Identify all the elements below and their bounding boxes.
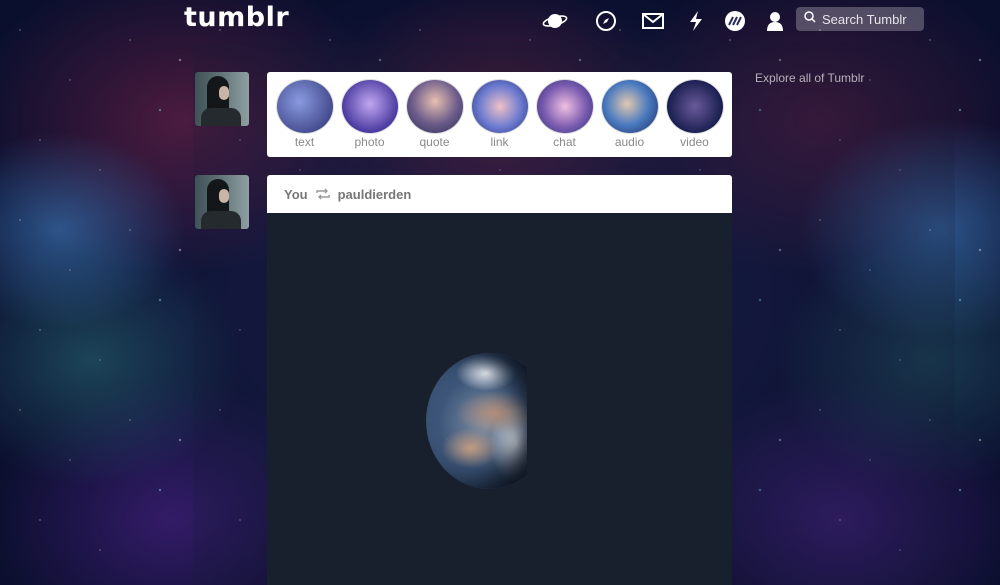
search-input[interactable] <box>822 11 922 27</box>
planet-icon[interactable] <box>542 8 568 34</box>
search-icon <box>804 10 816 28</box>
post-type-photo[interactable]: photo <box>341 80 398 157</box>
link-icon <box>471 80 528 133</box>
avatar[interactable] <box>195 175 249 229</box>
explore-link[interactable]: Explore all of Tumblr <box>755 71 864 85</box>
post-type-video[interactable]: video <box>666 80 723 157</box>
quote-icon <box>406 80 463 133</box>
lightning-icon[interactable] <box>683 8 709 34</box>
post-image[interactable] <box>267 213 732 585</box>
post-header: You pauldierden <box>267 175 732 213</box>
post-author[interactable]: You <box>284 187 308 202</box>
post-type-text[interactable]: text <box>276 80 333 157</box>
post-type-audio[interactable]: audio <box>601 80 658 157</box>
reblog-icon <box>315 188 330 200</box>
tumblr-logo[interactable]: tumblr <box>184 2 289 33</box>
search-box[interactable] <box>796 7 924 31</box>
chat-icon <box>536 80 593 133</box>
post-type-quote[interactable]: quote <box>406 80 463 157</box>
photo-icon <box>341 80 398 133</box>
account-icon[interactable] <box>762 8 788 34</box>
community-icon[interactable] <box>722 8 748 34</box>
compass-icon[interactable] <box>593 8 619 34</box>
post-type-selector: text photo quote link chat audio video <box>267 72 732 157</box>
mail-icon[interactable] <box>640 8 666 34</box>
video-icon <box>666 80 723 133</box>
audio-icon <box>601 80 658 133</box>
post-type-link[interactable]: link <box>471 80 528 157</box>
reblogged-from-link[interactable]: pauldierden <box>338 187 412 202</box>
post-type-chat[interactable]: chat <box>536 80 593 157</box>
text-icon <box>276 80 333 133</box>
avatar[interactable] <box>195 72 249 126</box>
